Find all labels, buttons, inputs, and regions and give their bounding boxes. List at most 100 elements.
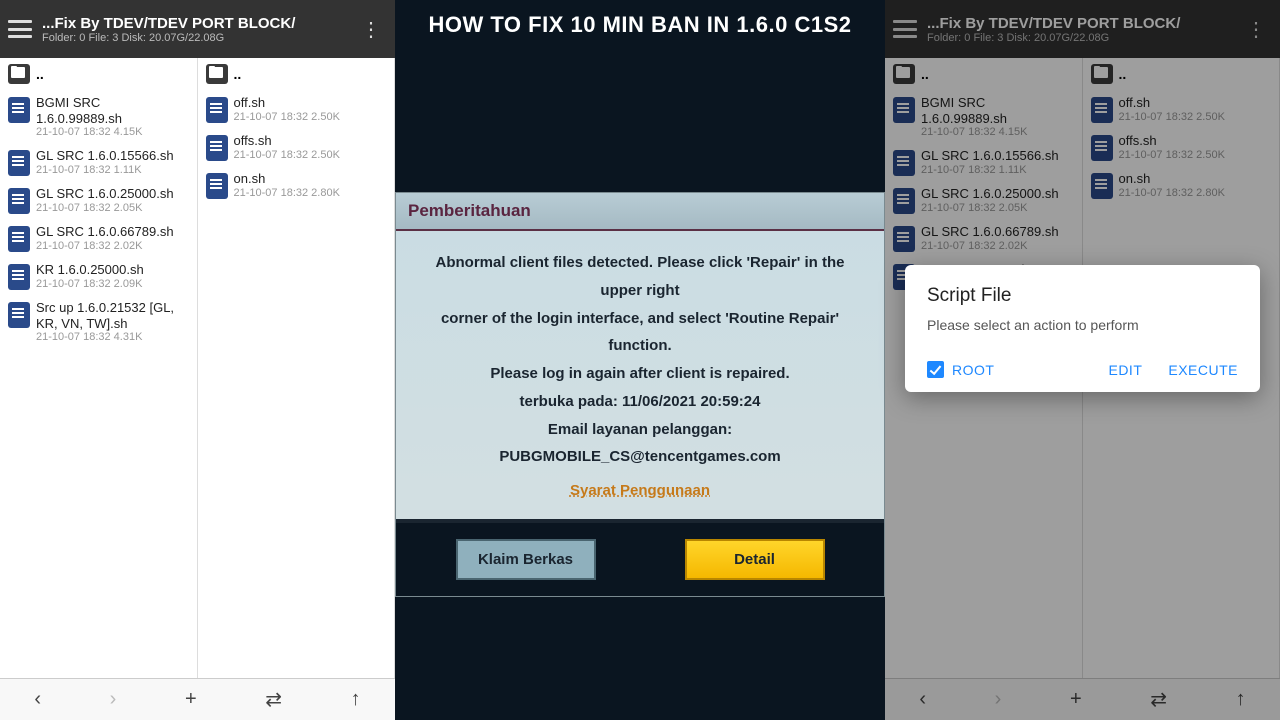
up-dir[interactable]: .. xyxy=(198,58,395,90)
file-row[interactable]: BGMI SRC 1.6.0.99889.sh21-10-07 18:32 4.… xyxy=(0,90,197,143)
file-meta: 21-10-07 18:32 1.11K xyxy=(921,164,1074,176)
file-meta: 21-10-07 18:32 2.50K xyxy=(1119,149,1272,161)
file-icon xyxy=(893,226,915,252)
file-icon xyxy=(8,264,30,290)
file-meta: 21-10-07 18:32 2.80K xyxy=(1119,187,1272,199)
file-row[interactable]: on.sh21-10-07 18:32 2.80K xyxy=(1083,166,1280,204)
up-dir[interactable]: .. xyxy=(0,58,197,90)
file-meta: 21-10-07 18:32 2.05K xyxy=(921,202,1074,214)
file-meta: 21-10-07 18:32 2.02K xyxy=(921,240,1074,252)
file-name: GL SRC 1.6.0.25000.sh xyxy=(36,186,189,202)
file-icon xyxy=(8,97,30,123)
file-row[interactable]: offs.sh21-10-07 18:32 2.50K xyxy=(198,128,395,166)
file-name: GL SRC 1.6.0.15566.sh xyxy=(921,148,1074,164)
file-row[interactable]: GL SRC 1.6.0.15566.sh21-10-07 18:32 1.11… xyxy=(0,143,197,181)
edit-button[interactable]: EDIT xyxy=(1108,362,1142,378)
file-meta: 21-10-07 18:32 4.15K xyxy=(36,126,189,138)
file-row[interactable]: KR 1.6.0.25000.sh21-10-07 18:32 2.09K xyxy=(0,257,197,295)
file-name: offs.sh xyxy=(1119,133,1272,149)
file-row[interactable]: GL SRC 1.6.0.66789.sh21-10-07 18:32 2.02… xyxy=(0,219,197,257)
file-icon xyxy=(1091,173,1113,199)
file-icon xyxy=(1091,135,1113,161)
file-row[interactable]: GL SRC 1.6.0.25000.sh21-10-07 18:32 2.05… xyxy=(885,181,1082,219)
file-column-2: .. off.sh21-10-07 18:32 2.50Koffs.sh21-1… xyxy=(198,58,396,678)
claim-button[interactable]: Klaim Berkas xyxy=(456,539,596,580)
file-row[interactable]: on.sh21-10-07 18:32 2.80K xyxy=(198,166,395,204)
file-icon xyxy=(1091,97,1113,123)
file-icon xyxy=(206,135,228,161)
file-name: GL SRC 1.6.0.15566.sh xyxy=(36,148,189,164)
plus-icon[interactable]: + xyxy=(1070,688,1082,711)
fm-header: ...Fix By TDEV/TDEV PORT BLOCK/ Folder: … xyxy=(0,0,395,58)
video-title: HOW TO FIX 10 MIN BAN IN 1.6.0 C1S2 xyxy=(395,12,885,38)
up-dir[interactable]: .. xyxy=(885,58,1082,90)
file-name: off.sh xyxy=(1119,95,1272,111)
file-row[interactable]: offs.sh21-10-07 18:32 2.50K xyxy=(1083,128,1280,166)
file-manager-left: ...Fix By TDEV/TDEV PORT BLOCK/ Folder: … xyxy=(0,0,395,720)
path-title: ...Fix By TDEV/TDEV PORT BLOCK/ xyxy=(42,15,355,32)
terms-link[interactable]: Syarat Penggunaan xyxy=(570,477,710,505)
swap-icon[interactable]: ⇄ xyxy=(265,687,282,712)
bottom-toolbar: ‹ › + ⇄ ↑ xyxy=(0,678,395,720)
file-row[interactable]: GL SRC 1.6.0.66789.sh21-10-07 18:32 2.02… xyxy=(885,219,1082,257)
file-row[interactable]: BGMI SRC 1.6.0.99889.sh21-10-07 18:32 4.… xyxy=(885,90,1082,143)
up-dir[interactable]: .. xyxy=(1083,58,1280,90)
script-dialog: Script File Please select an action to p… xyxy=(905,265,1260,392)
file-manager-right: ...Fix By TDEV/TDEV PORT BLOCK/ Folder: … xyxy=(885,0,1280,720)
file-name: on.sh xyxy=(1119,171,1272,187)
file-meta: 21-10-07 18:32 2.05K xyxy=(36,202,189,214)
file-meta: 21-10-07 18:32 2.50K xyxy=(234,111,387,123)
file-icon xyxy=(8,150,30,176)
file-meta: 21-10-07 18:32 2.09K xyxy=(36,278,189,290)
back-icon[interactable]: ‹ xyxy=(34,688,41,711)
file-meta: 21-10-07 18:32 2.50K xyxy=(234,149,387,161)
file-meta: 21-10-07 18:32 4.15K xyxy=(921,126,1074,138)
file-icon xyxy=(893,188,915,214)
file-meta: 21-10-07 18:32 4.31K xyxy=(36,331,189,343)
back-icon[interactable]: ‹ xyxy=(919,688,926,711)
path-title: ...Fix By TDEV/TDEV PORT BLOCK/ xyxy=(927,15,1240,32)
file-icon xyxy=(8,188,30,214)
file-meta: 21-10-07 18:32 2.50K xyxy=(1119,111,1272,123)
folder-icon xyxy=(8,64,30,84)
more-icon[interactable]: ⋮ xyxy=(355,17,387,42)
file-row[interactable]: GL SRC 1.6.0.25000.sh21-10-07 18:32 2.05… xyxy=(0,181,197,219)
file-row[interactable]: off.sh21-10-07 18:32 2.50K xyxy=(1083,90,1280,128)
game-panel: HOW TO FIX 10 MIN BAN IN 1.6.0 C1S2 Pemb… xyxy=(395,0,885,720)
file-icon xyxy=(893,97,915,123)
swap-icon[interactable]: ⇄ xyxy=(1150,687,1167,712)
file-row[interactable]: GL SRC 1.6.0.15566.sh21-10-07 18:32 1.11… xyxy=(885,143,1082,181)
file-name: GL SRC 1.6.0.66789.sh xyxy=(921,224,1074,240)
up-icon[interactable]: ↑ xyxy=(1236,688,1246,711)
file-icon xyxy=(8,302,30,328)
file-icon xyxy=(206,173,228,199)
hamburger-icon[interactable] xyxy=(8,20,32,38)
forward-icon[interactable]: › xyxy=(995,688,1002,711)
file-row[interactable]: off.sh21-10-07 18:32 2.50K xyxy=(198,90,395,128)
hamburger-icon[interactable] xyxy=(893,20,917,38)
file-name: BGMI SRC 1.6.0.99889.sh xyxy=(921,95,1074,126)
file-meta: 21-10-07 18:32 1.11K xyxy=(36,164,189,176)
more-icon[interactable]: ⋮ xyxy=(1240,17,1272,42)
dialog-title: Script File xyxy=(927,285,1238,307)
up-icon[interactable]: ↑ xyxy=(351,688,361,711)
file-icon xyxy=(206,97,228,123)
root-checkbox[interactable] xyxy=(927,361,944,378)
file-name: KR 1.6.0.25000.sh xyxy=(36,262,189,278)
folder-icon xyxy=(1091,64,1113,84)
path-sub: Folder: 0 File: 3 Disk: 20.07G/22.08G xyxy=(42,32,355,44)
file-name: on.sh xyxy=(234,171,387,187)
file-icon xyxy=(893,150,915,176)
file-name: GL SRC 1.6.0.66789.sh xyxy=(36,224,189,240)
notice-dialog: Pemberitahuan Abnormal client files dete… xyxy=(395,192,885,597)
fm-header: ...Fix By TDEV/TDEV PORT BLOCK/ Folder: … xyxy=(885,0,1280,58)
forward-icon[interactable]: › xyxy=(110,688,117,711)
detail-button[interactable]: Detail xyxy=(685,539,825,580)
root-label[interactable]: ROOT xyxy=(952,362,994,378)
plus-icon[interactable]: + xyxy=(185,688,197,711)
file-name: GL SRC 1.6.0.25000.sh xyxy=(921,186,1074,202)
file-name: BGMI SRC 1.6.0.99889.sh xyxy=(36,95,189,126)
file-meta: 21-10-07 18:32 2.02K xyxy=(36,240,189,252)
file-row[interactable]: Src up 1.6.0.21532 [GL, KR, VN, TW].sh21… xyxy=(0,295,197,348)
execute-button[interactable]: EXECUTE xyxy=(1168,362,1238,378)
